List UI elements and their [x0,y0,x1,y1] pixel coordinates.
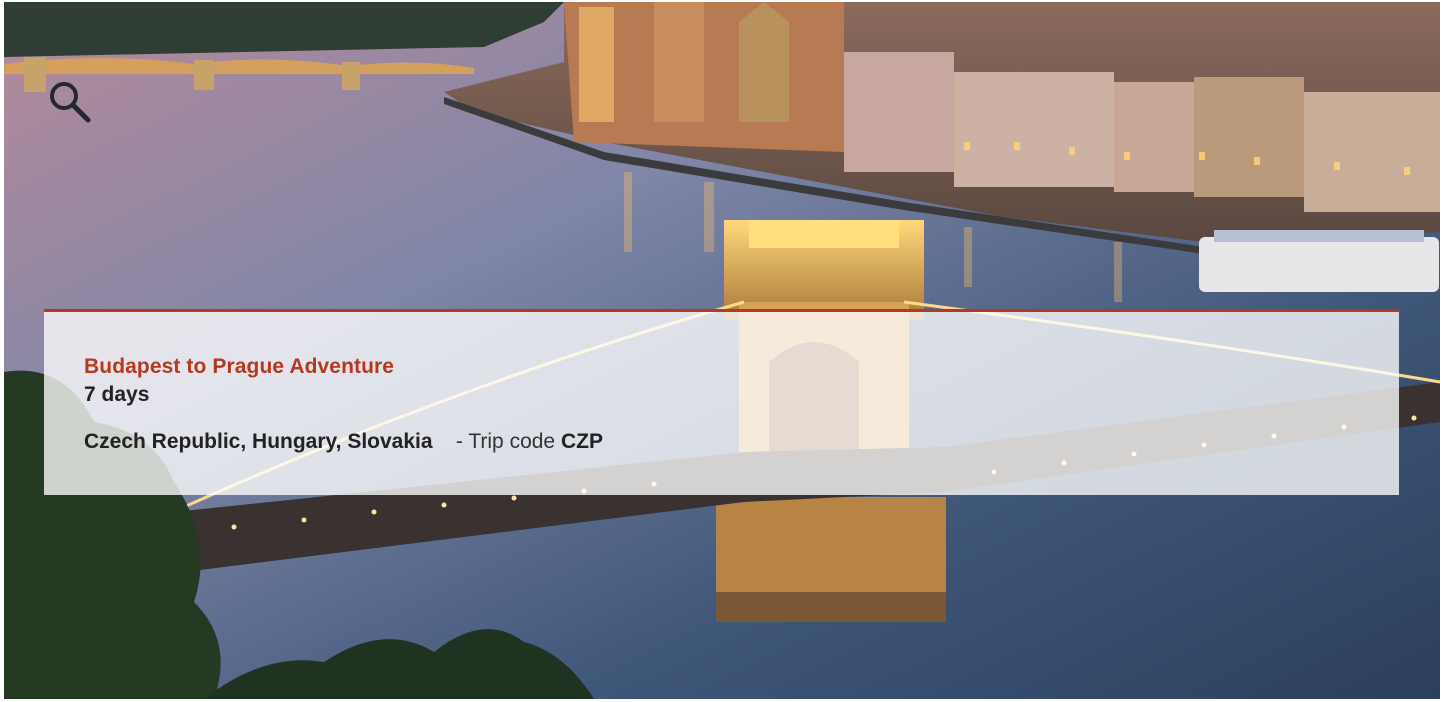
trip-title[interactable]: Budapest to Prague Adventure [84,355,394,379]
trip-countries: Czech Republic, Hungary, Slovakia [84,430,433,453]
hero-banner: Budapest to Prague Adventure 7 days Czec… [4,2,1440,699]
trip-duration: 7 days [84,383,150,406]
trip-code-label: - Trip code [455,430,556,453]
trip-info-panel: Budapest to Prague Adventure 7 days Czec… [44,309,1399,495]
trip-details-line: Czech Republic, Hungary, Slovakia - Trip… [84,430,603,454]
search-icon[interactable] [46,78,94,126]
trip-code: CZP [560,430,603,453]
